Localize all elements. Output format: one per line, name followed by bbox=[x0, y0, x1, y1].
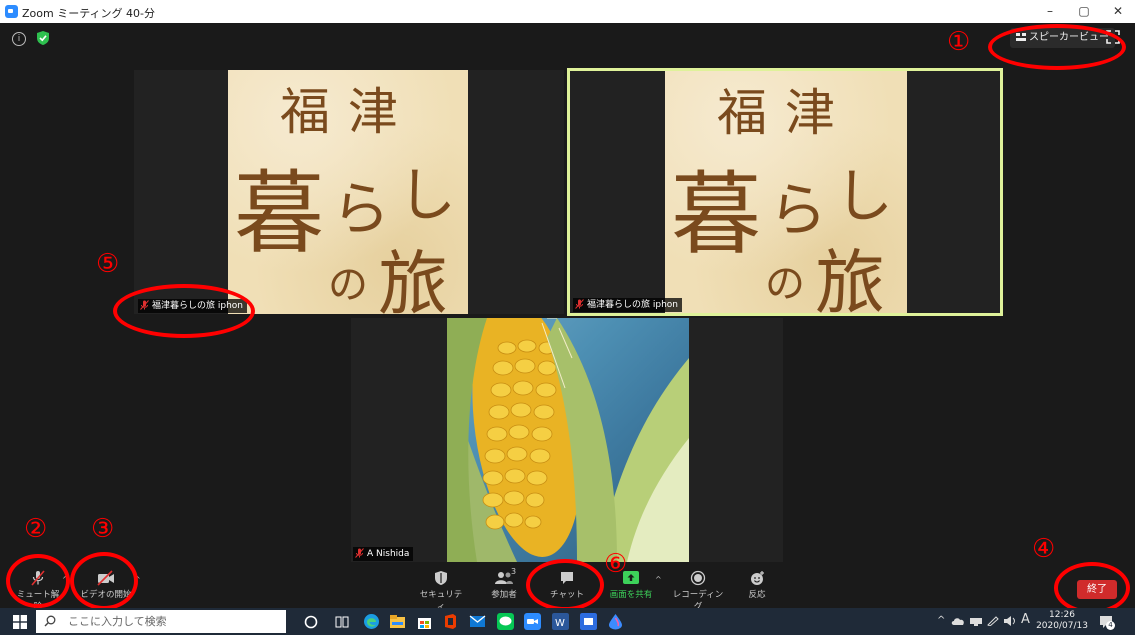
search-icon bbox=[44, 615, 56, 627]
annotation-number-1: ① bbox=[947, 27, 971, 57]
paint-drop-icon[interactable] bbox=[607, 613, 624, 630]
logo-char: し bbox=[835, 162, 894, 230]
network-icon[interactable] bbox=[969, 616, 983, 626]
windows-start-icon[interactable] bbox=[13, 615, 27, 629]
zoom-app-icon bbox=[5, 5, 18, 18]
encryption-shield-icon[interactable] bbox=[36, 30, 50, 46]
mic-muted-icon bbox=[31, 570, 45, 586]
participants-count: 3 bbox=[511, 567, 517, 576]
annotation-number-5: ⑤ bbox=[96, 249, 120, 279]
clock-time: 12:26 bbox=[1049, 610, 1075, 620]
participant-name-label: 福津暮らしの旅 iphon bbox=[138, 299, 247, 313]
chat-label: チャット bbox=[550, 590, 584, 600]
logo-char: 暮 bbox=[671, 162, 761, 267]
record-button[interactable]: レコーディング bbox=[670, 566, 726, 612]
logo-char: 福 bbox=[717, 84, 781, 142]
line-messenger-icon[interactable] bbox=[497, 613, 514, 630]
end-meeting-button[interactable]: 終了 bbox=[1077, 580, 1117, 599]
close-icon[interactable]: ✕ bbox=[1108, 2, 1128, 20]
window-title: Zoom ミーティング 40-分 bbox=[22, 7, 156, 20]
mic-muted-icon bbox=[575, 299, 584, 309]
store-icon[interactable] bbox=[416, 613, 433, 630]
participant-logo-image: 福 津 暮 ら し の 旅 bbox=[665, 71, 907, 316]
logo-char: 旅 bbox=[815, 242, 885, 316]
action-center-button[interactable]: 4 bbox=[1098, 614, 1115, 630]
unmute-button[interactable]: ミュート解除 bbox=[14, 566, 62, 612]
office-icon[interactable] bbox=[442, 613, 459, 630]
clock-date: 2020/07/13 bbox=[1036, 621, 1088, 631]
task-view-icon[interactable] bbox=[335, 615, 349, 629]
start-video-button[interactable]: ビデオの開始 bbox=[76, 566, 136, 608]
pen-icon[interactable] bbox=[987, 616, 999, 626]
speaker-view-button[interactable]: スピーカービュー bbox=[1010, 28, 1115, 48]
annotation-number-6: ⑥ bbox=[604, 549, 628, 579]
teams-icon[interactable] bbox=[580, 613, 597, 630]
video-options-caret-icon[interactable]: ^ bbox=[134, 575, 141, 584]
video-tile-2[interactable]: 福 津 暮 ら し の 旅 福津暮らしの旅 iphon bbox=[567, 68, 1003, 316]
start-video-label: ビデオの開始 bbox=[80, 590, 132, 600]
chat-icon bbox=[561, 572, 573, 584]
logo-char: の bbox=[328, 262, 368, 308]
participant-name: A Nishida bbox=[367, 549, 410, 559]
record-icon bbox=[690, 570, 706, 586]
meeting-info-icon[interactable]: i bbox=[12, 32, 26, 46]
video-tile-1[interactable]: 福 津 暮 ら し の 旅 福津暮らしの旅 iphon bbox=[134, 70, 564, 314]
logo-char: 津 bbox=[348, 83, 412, 141]
logo-char: の bbox=[765, 261, 805, 307]
file-explorer-icon[interactable] bbox=[389, 613, 406, 630]
tray-overflow-caret-icon[interactable]: ^ bbox=[937, 615, 945, 626]
video-off-icon bbox=[97, 570, 114, 586]
participant-name: 福津暮らしの旅 iphon bbox=[152, 301, 243, 311]
participant-corn-image bbox=[447, 318, 689, 562]
ime-indicator[interactable]: A bbox=[1021, 612, 1030, 627]
word-icon[interactable]: W bbox=[552, 613, 569, 630]
cortana-icon[interactable] bbox=[304, 615, 318, 629]
chat-button[interactable]: チャット bbox=[544, 566, 590, 608]
taskbar-search-input[interactable]: ここに入力して検索 bbox=[36, 610, 286, 633]
speaker-view-label: スピーカービュー bbox=[1029, 32, 1109, 43]
participant-logo-image: 福 津 暮 ら し の 旅 bbox=[228, 70, 468, 314]
zoom-taskbar-icon[interactable] bbox=[524, 613, 541, 630]
participants-label: 参加者 bbox=[491, 590, 517, 600]
mic-muted-icon bbox=[140, 300, 149, 310]
window-titlebar: Zoom ミーティング 40-分 – ▢ ✕ bbox=[0, 0, 1135, 23]
logo-char: 福 bbox=[280, 83, 344, 141]
logo-char: 暮 bbox=[234, 161, 324, 266]
annotation-number-2: ② bbox=[24, 514, 48, 544]
volume-icon[interactable] bbox=[1003, 615, 1017, 627]
maximize-icon[interactable]: ▢ bbox=[1074, 2, 1094, 20]
logo-char: し bbox=[398, 161, 457, 229]
audio-options-caret-icon[interactable]: ^ bbox=[62, 575, 69, 584]
mic-muted-icon bbox=[355, 548, 364, 558]
participant-name-label: 福津暮らしの旅 iphon bbox=[573, 298, 682, 312]
edge-browser-icon[interactable] bbox=[363, 613, 380, 630]
participants-icon-wrap: 3 bbox=[490, 567, 518, 586]
onedrive-cloud-icon[interactable] bbox=[951, 616, 965, 626]
participant-name-label: A Nishida bbox=[353, 547, 414, 561]
annotation-number-3: ③ bbox=[91, 514, 115, 544]
participants-button[interactable]: 3 参加者 bbox=[482, 566, 526, 608]
reactions-button[interactable]: 反応 bbox=[738, 566, 776, 608]
share-options-caret-icon[interactable]: ^ bbox=[655, 575, 662, 584]
notification-count-badge: 4 bbox=[1106, 621, 1115, 630]
annotation-number-4: ④ bbox=[1032, 534, 1056, 564]
security-shield-icon bbox=[435, 571, 447, 585]
search-placeholder: ここに入力して検索 bbox=[68, 615, 167, 628]
reactions-label: 反応 bbox=[748, 590, 766, 600]
logo-char: 旅 bbox=[378, 243, 448, 314]
fullscreen-icon[interactable] bbox=[1106, 30, 1120, 44]
mail-icon[interactable] bbox=[469, 613, 486, 630]
taskbar-clock[interactable]: 12:26 2020/07/13 bbox=[1034, 610, 1090, 632]
speaker-view-icon bbox=[1016, 33, 1026, 41]
security-button[interactable]: セキュリティ bbox=[418, 566, 464, 612]
reactions-smiley-icon bbox=[751, 571, 764, 585]
share-screen-label: 画面を共有 bbox=[609, 590, 653, 600]
logo-char: 津 bbox=[785, 84, 849, 142]
minimize-icon[interactable]: – bbox=[1040, 2, 1060, 20]
participant-name: 福津暮らしの旅 iphon bbox=[587, 300, 678, 310]
svg-text:W: W bbox=[555, 618, 565, 629]
